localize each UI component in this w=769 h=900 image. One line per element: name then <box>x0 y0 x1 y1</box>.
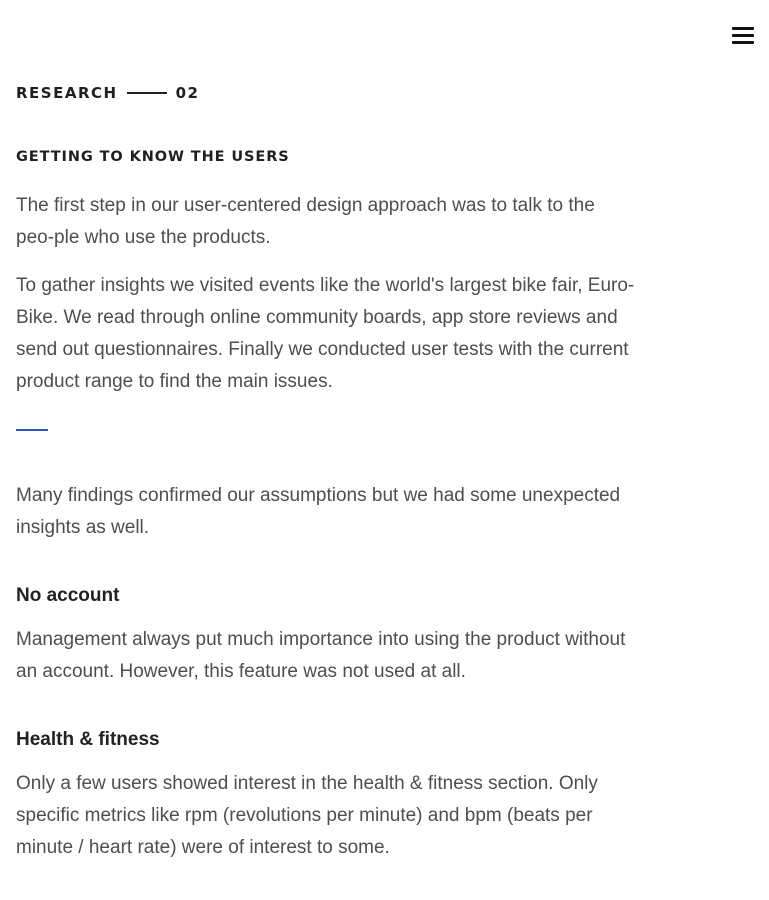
section-label-text: RESEARCH <box>16 84 118 102</box>
section-number: 02 <box>175 84 200 102</box>
finding-title-no-account: No account <box>16 585 120 606</box>
insights-paragraph: To gather insights we visited events lik… <box>16 275 635 392</box>
intro-paragraph: The first step in our user-centered desi… <box>16 195 595 248</box>
accent-divider <box>16 429 48 431</box>
menu-bar <box>732 40 754 44</box>
menu-bar <box>732 33 754 37</box>
findings-paragraph: Many findings confirmed our assumptions … <box>16 485 621 538</box>
hamburger-menu-icon[interactable] <box>732 22 754 48</box>
section-label-divider <box>126 92 167 94</box>
finding-text-no-account: Management always put much importance in… <box>16 629 626 682</box>
section-heading: GETTING TO KNOW THE USERS <box>16 149 290 165</box>
section-label: RESEARCH 02 <box>16 84 199 102</box>
menu-bar <box>732 26 754 30</box>
finding-text-health-fitness: Only a few users showed interest in the … <box>16 773 598 858</box>
finding-title-health-fitness: Health & fitness <box>16 729 160 750</box>
